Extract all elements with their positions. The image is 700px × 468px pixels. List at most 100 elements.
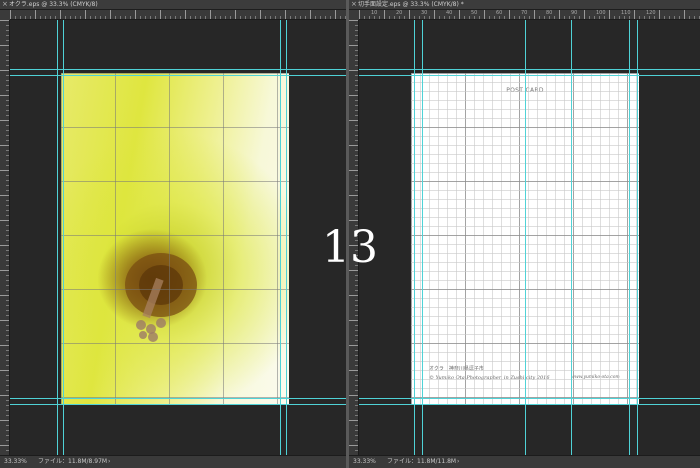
- ruler-tick: [25, 16, 26, 19]
- ruler-tick: [619, 16, 620, 19]
- ruler-tick: [355, 425, 358, 426]
- ruler-tick: [6, 215, 9, 216]
- ruler-tick: [355, 80, 358, 81]
- horizontal-ruler[interactable]: 10 20 30 40 50 60 70 80 90 100 110 120: [359, 10, 700, 20]
- ruler-tick: [6, 115, 9, 116]
- ruler-tick: [265, 16, 266, 19]
- ruler-tick: [6, 35, 9, 36]
- ruler-tick: [355, 205, 358, 206]
- ruler-tick: [355, 25, 358, 26]
- ruler-tick: [369, 16, 370, 19]
- ruler-tick: [6, 110, 9, 111]
- ruler-tick: [6, 405, 9, 406]
- ruler-tick: [70, 16, 71, 19]
- ruler-tick: [355, 215, 358, 216]
- ruler-tick: [355, 390, 358, 391]
- close-tab-icon[interactable]: ×: [2, 0, 8, 9]
- ruler-tick: [524, 16, 525, 19]
- ruler-tick: [270, 16, 271, 19]
- zoom-level[interactable]: 33.33%: [353, 456, 376, 468]
- ruler-tick: [6, 180, 9, 181]
- ruler-tick: [325, 16, 326, 19]
- ruler-tick: [355, 300, 358, 301]
- ruler-tick: [624, 16, 625, 19]
- left-document-tab[interactable]: × オクラ.eps @ 33.3% (CMYK/8): [0, 0, 346, 10]
- ruler-tick: [160, 10, 161, 19]
- ruler-tick: [6, 85, 9, 86]
- ruler-tick: [330, 16, 331, 19]
- ruler-tick: [349, 45, 358, 46]
- ruler-tick: [389, 16, 390, 19]
- ruler-tick: [6, 55, 9, 56]
- ruler-tick: [649, 16, 650, 19]
- ruler-tick: [459, 10, 460, 19]
- ruler-tick: [135, 10, 136, 19]
- ruler-tick: [349, 95, 358, 96]
- ruler-tick: [6, 290, 9, 291]
- ruler-tick: [355, 380, 358, 381]
- ruler-tick: [355, 85, 358, 86]
- ruler-tick: [355, 40, 358, 41]
- ruler-tick: [494, 16, 495, 19]
- ruler-tick: [399, 16, 400, 19]
- ruler-origin[interactable]: [349, 10, 359, 20]
- ruler-tick: [6, 450, 9, 451]
- ruler-tick: [0, 145, 9, 146]
- ruler-tick: [240, 16, 241, 19]
- ruler-tick: [355, 165, 358, 166]
- ruler-label: 10: [371, 10, 378, 16]
- ruler-tick: [674, 16, 675, 19]
- guide-horizontal: [10, 75, 346, 76]
- ruler-tick: [180, 16, 181, 19]
- ruler-tick: [0, 195, 9, 196]
- page-number: 13: [322, 222, 378, 273]
- file-info: ファイル：11.8M/11.8M: [387, 458, 457, 465]
- ruler-tick: [355, 130, 358, 131]
- ruler-tick: [355, 360, 358, 361]
- ruler-tick: [355, 410, 358, 411]
- ruler-tick: [355, 435, 358, 436]
- ruler-tick: [349, 445, 358, 446]
- horizontal-ruler[interactable]: [10, 10, 346, 20]
- zoom-level[interactable]: 33.33%: [4, 456, 27, 468]
- ruler-tick: [355, 305, 358, 306]
- ruler-tick: [444, 16, 445, 19]
- ruler-tick: [0, 95, 9, 96]
- ruler-tick: [20, 16, 21, 19]
- ruler-tick: [0, 70, 9, 71]
- ruler-tick: [0, 420, 9, 421]
- ruler-tick: [215, 16, 216, 19]
- ruler-tick: [310, 10, 311, 19]
- ruler-tick: [225, 16, 226, 19]
- guide-horizontal: [10, 404, 346, 405]
- ruler-tick: [6, 40, 9, 41]
- ruler-tick: [589, 16, 590, 19]
- ruler-tick: [355, 285, 358, 286]
- right-document-tab[interactable]: × 切手面設定.eps @ 33.3% (CMYK/8) *: [349, 0, 700, 10]
- ruler-tick: [469, 16, 470, 19]
- ruler-tick: [355, 115, 358, 116]
- ruler-tick: [355, 190, 358, 191]
- ruler-tick: [6, 60, 9, 61]
- ruler-tick: [0, 295, 9, 296]
- ruler-tick: [210, 10, 211, 19]
- ruler-tick: [355, 315, 358, 316]
- ruler-tick: [355, 140, 358, 141]
- ruler-tick: [140, 16, 141, 19]
- ruler-tick: [355, 365, 358, 366]
- ruler-origin[interactable]: [0, 10, 10, 20]
- ruler-tick: [30, 16, 31, 19]
- close-tab-icon[interactable]: ×: [351, 0, 357, 9]
- ruler-tick: [6, 80, 9, 81]
- ruler-label: 40: [446, 10, 453, 16]
- ruler-tick: [60, 10, 61, 19]
- status-menu-arrow-icon[interactable]: ›: [108, 456, 110, 468]
- ruler-tick: [6, 90, 9, 91]
- status-menu-arrow-icon[interactable]: ›: [457, 456, 459, 468]
- left-status-bar: 33.33% ファイル：11.8M/8.97M ›: [0, 455, 346, 468]
- ruler-tick: [6, 350, 9, 351]
- ruler-tick: [6, 425, 9, 426]
- ruler-label: 110: [621, 10, 631, 16]
- ruler-tick: [499, 16, 500, 19]
- ruler-tick: [120, 16, 121, 19]
